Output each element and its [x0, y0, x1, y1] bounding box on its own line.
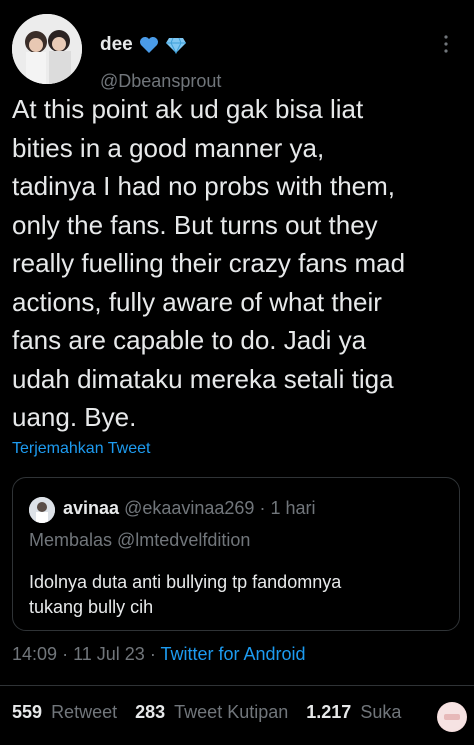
translate-tweet-link[interactable]: Terjemahkan Tweet	[12, 440, 150, 458]
retweets-label: Retweet	[51, 702, 118, 722]
author-handle[interactable]: @Dbeansprout	[100, 71, 221, 92]
quoted-author-name: avinaa	[63, 498, 120, 518]
quote-tweets-label: Tweet Kutipan	[174, 702, 289, 722]
tweet-time: 14:09	[12, 644, 58, 664]
meta-separator: ·	[149, 644, 156, 664]
quote-tweets-stat[interactable]: 283 Tweet Kutipan	[135, 702, 288, 722]
quoted-avatar-image	[29, 497, 55, 523]
avatar-image	[12, 14, 82, 84]
quoted-tweet-card[interactable]: avinaa @ekaavinaa269 · 1 hari Membalas @…	[12, 477, 460, 631]
quoted-tweet-header: avinaa @ekaavinaa269 · 1 hari	[63, 498, 316, 519]
engagement-stats: 559 Retweet 283 Tweet Kutipan 1.217 Suka	[12, 702, 415, 723]
likes-count: 1.217	[306, 702, 352, 722]
author-display-name[interactable]: dee	[100, 34, 133, 56]
watermark-icon	[438, 703, 466, 731]
quoted-tweet-text: Idolnya duta anti bullying tp fandomnya …	[29, 572, 342, 617]
quoted-author-avatar	[29, 497, 55, 523]
author-avatar[interactable]	[12, 14, 82, 84]
likes-stat[interactable]: 1.217 Suka	[306, 702, 401, 722]
divider	[0, 685, 474, 686]
tweet-meta: 14:09 · 11 Jul 23 · Twitter for Android	[12, 644, 306, 665]
tweet-date: 11 Jul 23	[73, 644, 145, 664]
likes-label: Suka	[360, 702, 402, 722]
quoted-tweet-time: 1 hari	[270, 498, 316, 518]
tweet-source-link[interactable]: Twitter for Android	[161, 644, 306, 664]
meta-separator: ·	[62, 644, 69, 664]
blue-heart-icon	[139, 37, 158, 53]
retweets-count: 559	[12, 702, 43, 722]
quote-tweets-count: 283	[135, 702, 166, 722]
watermark-badge	[437, 702, 467, 732]
tweet-text: At this point ak ud gak bisa liat bities…	[12, 94, 406, 432]
quoted-separator: ·	[259, 498, 266, 518]
retweets-stat[interactable]: 559 Retweet	[12, 702, 117, 722]
tweet-header: dee @Dbeansprout	[12, 14, 462, 91]
blue-diamond-icon	[165, 37, 186, 54]
more-options-icon[interactable]	[436, 30, 456, 60]
replying-to-label: Membalas @lmtedvelfdition	[29, 530, 251, 550]
name-row: dee	[100, 34, 187, 56]
quoted-author-handle: @ekaavinaa269	[124, 498, 255, 518]
